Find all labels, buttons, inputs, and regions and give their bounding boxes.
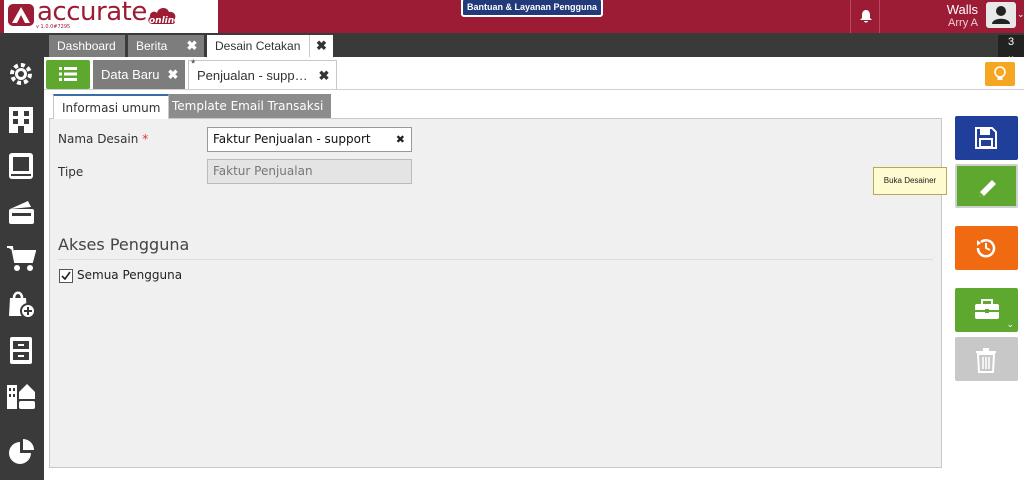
- nama-desain-label: Nama Desain *: [58, 132, 148, 146]
- section-divider: [58, 259, 933, 260]
- sidebar-item-settings[interactable]: [0, 51, 44, 95]
- save-button[interactable]: [955, 116, 1018, 160]
- toolbox-icon: [975, 299, 999, 319]
- logo-text: accurate: [37, 0, 147, 27]
- user-name[interactable]: Walls: [930, 2, 978, 17]
- sidebar-item-company[interactable]: [0, 97, 44, 141]
- tab-label: Penjualan - supp…: [197, 68, 308, 83]
- delete-button[interactable]: [955, 337, 1018, 381]
- checkmark-icon: [61, 271, 71, 281]
- sidebar-item-assets[interactable]: [0, 373, 44, 417]
- save-icon: [975, 127, 997, 149]
- status-dot: [200, 12, 209, 21]
- tips-button[interactable]: [985, 62, 1015, 86]
- tab-penjualan-support[interactable]: * Penjualan - supp… ✖: [188, 58, 337, 90]
- history-button[interactable]: [955, 226, 1018, 270]
- nama-desain-label-text: Nama Desain: [58, 132, 139, 146]
- tab-label: Dashboard: [57, 39, 116, 53]
- semua-pengguna-label[interactable]: Semua Pengguna: [77, 268, 182, 282]
- settings-icon: [10, 63, 32, 85]
- history-icon: [976, 239, 996, 258]
- cabinet-icon: [10, 337, 32, 364]
- trash-icon: [976, 348, 996, 373]
- warehouse-icon: [7, 384, 35, 409]
- tab-informasi-umum[interactable]: Informasi umum: [53, 94, 170, 119]
- form-panel: Nama Desain * Faktur Penjualan - support…: [49, 118, 942, 468]
- tab-count-badge[interactable]: 3 ⌄: [998, 35, 1024, 62]
- open-designer-button[interactable]: [955, 164, 1018, 208]
- lightbulb-icon: [994, 66, 1006, 80]
- sidebar-item-ledger[interactable]: [0, 143, 44, 187]
- semua-pengguna-checkbox[interactable]: [59, 269, 73, 283]
- shopping-bag-add-icon: [9, 291, 36, 319]
- sidebar-item-inventory[interactable]: [0, 327, 44, 371]
- designer-tooltip: Buka Desainer: [873, 167, 947, 195]
- pencil-icon: [979, 180, 996, 197]
- tipe-label: Tipe: [58, 165, 84, 179]
- tab-label: Data Baru: [101, 67, 160, 82]
- tab-desain-cetakan[interactable]: Desain Cetakan ✖: [207, 35, 333, 57]
- nama-desain-field[interactable]: Faktur Penjualan - support ✖: [207, 127, 412, 152]
- bell-icon: [860, 10, 872, 23]
- required-marker: *: [142, 132, 149, 146]
- notification-button[interactable]: [850, 0, 880, 33]
- sidebar-item-sales[interactable]: [0, 281, 44, 325]
- app-version: v 1.0.0#7295: [36, 24, 71, 30]
- clear-icon[interactable]: ✖: [396, 128, 405, 151]
- sidebar-item-cash[interactable]: [0, 189, 44, 233]
- sidebar-item-purchase[interactable]: [0, 235, 44, 279]
- book-icon: [9, 153, 33, 179]
- tab-template-email[interactable]: Template Email Transaksi: [164, 94, 332, 118]
- logo-mark-icon: [8, 4, 34, 26]
- document-tab-bar: Data Baru ✖ * Penjualan - supp… ✖: [44, 57, 1024, 90]
- list-icon: [59, 67, 77, 81]
- tab-data-baru[interactable]: Data Baru ✖: [93, 60, 185, 89]
- cart-icon: [7, 246, 36, 271]
- close-icon[interactable]: ✖: [309, 35, 333, 57]
- help-button[interactable]: Bantuan & Layanan Pengguna: [461, 0, 603, 17]
- close-icon[interactable]: ✖: [161, 60, 185, 89]
- user-subtitle: Arry A: [948, 17, 978, 29]
- close-icon[interactable]: ✖: [312, 61, 336, 90]
- sidebar-item-reports[interactable]: [0, 429, 44, 473]
- avatar[interactable]: [986, 2, 1016, 28]
- tab-label: Berita: [136, 39, 168, 53]
- main-content: Informasi umum Template Email Transaksi …: [44, 90, 1024, 480]
- tab-dashboard[interactable]: Dashboard: [49, 35, 125, 57]
- pie-chart-icon: [9, 439, 34, 464]
- app-logo[interactable]: accurate online v 1.0.0#7295: [4, 0, 218, 33]
- wallet-icon: [9, 201, 34, 224]
- modified-marker: *: [191, 58, 196, 70]
- tab-label: Desain Cetakan: [215, 39, 301, 53]
- logo-suffix: online: [149, 16, 181, 26]
- building-icon: [9, 107, 33, 133]
- top-header: accurate online v 1.0.0#7295 Bantuan & L…: [0, 0, 1024, 33]
- section-title: Akses Pengguna: [58, 235, 190, 254]
- list-view-button[interactable]: [46, 60, 90, 89]
- tipe-field: Faktur Penjualan: [207, 159, 412, 184]
- nama-desain-value: Faktur Penjualan - support: [213, 132, 371, 146]
- user-icon: [992, 6, 1010, 24]
- tab-count: 3: [1007, 36, 1015, 48]
- tools-button[interactable]: ⌄: [955, 288, 1018, 332]
- chevron-down-icon[interactable]: ⌄: [1017, 10, 1024, 20]
- sidebar: [0, 33, 44, 480]
- chevron-down-icon: ⌄: [1006, 320, 1014, 330]
- tipe-value: Faktur Penjualan: [213, 164, 313, 178]
